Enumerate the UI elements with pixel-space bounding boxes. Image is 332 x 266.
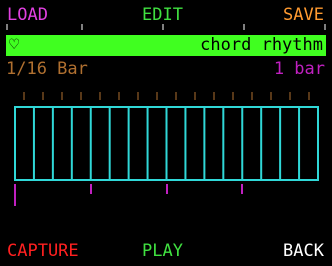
pattern-name-bar[interactable]: ♡ chord rhythm [6, 35, 326, 56]
header-ticks [6, 24, 326, 30]
step-ticks [23, 92, 310, 100]
resolution-label[interactable]: 1/16 Bar [6, 59, 88, 79]
back-button[interactable]: BACK [283, 241, 324, 261]
heart-icon: ♡ [9, 35, 20, 55]
length-label[interactable]: 1 bar [274, 59, 325, 79]
capture-button[interactable]: CAPTURE [7, 241, 79, 261]
step-grid [14, 106, 319, 181]
beat-markers [14, 184, 243, 206]
pattern-name: chord rhythm [200, 35, 323, 55]
play-button[interactable]: PLAY [142, 241, 183, 261]
